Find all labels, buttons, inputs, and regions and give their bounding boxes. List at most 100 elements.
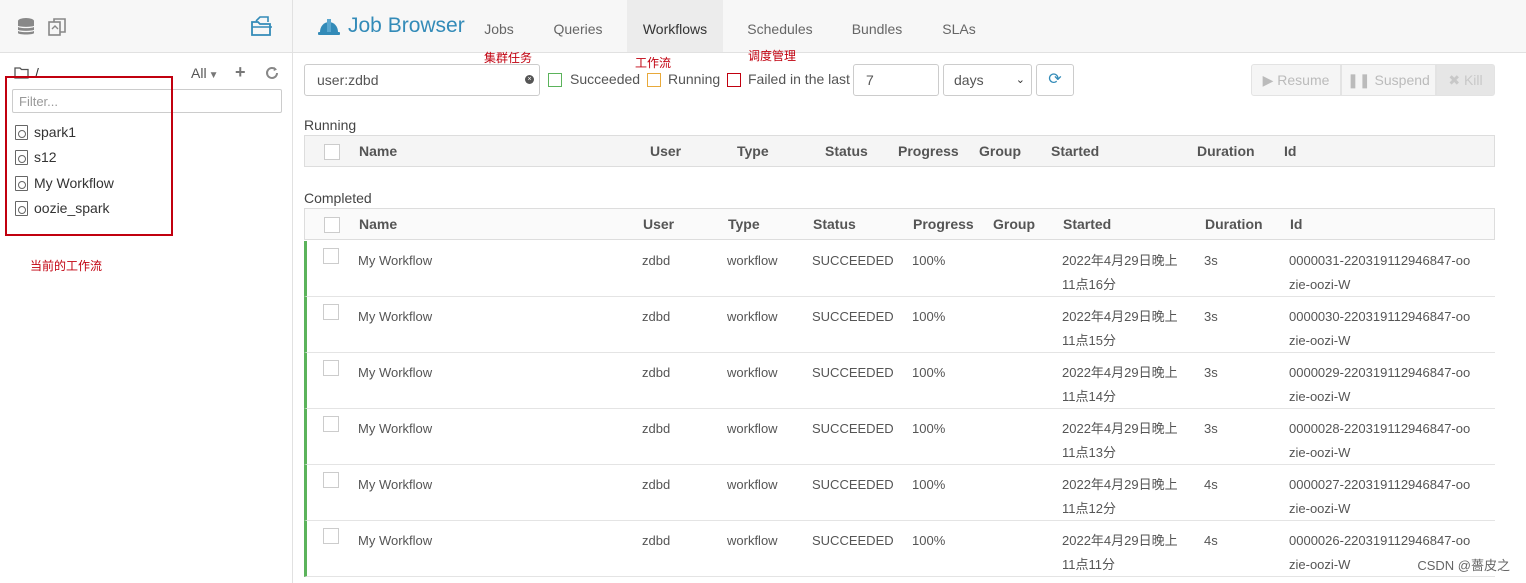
row-checkbox[interactable] <box>323 416 339 432</box>
database-icon[interactable] <box>17 17 35 37</box>
cell-progress: 100% <box>912 253 946 268</box>
column-header[interactable]: Status <box>813 209 856 239</box>
column-header[interactable]: Group <box>993 209 1035 239</box>
cell-id[interactable]: 0000029-220319112946847-oozie-oozi-W <box>1289 361 1474 409</box>
tab-slas[interactable]: SLAs <box>934 0 984 52</box>
left-sidebar: / All▼ + spark1 s12 My Workflow oozie_sp… <box>0 0 293 583</box>
cell-status: SUCCEEDED <box>812 533 894 548</box>
tab-workflows[interactable]: Workflows <box>627 0 723 52</box>
column-header[interactable]: Type <box>737 136 769 166</box>
refresh-icon[interactable] <box>265 66 279 80</box>
time-unit-value: days <box>954 72 984 88</box>
cell-user: zdbd <box>642 253 671 268</box>
tab-bundles[interactable]: Bundles <box>845 0 909 52</box>
scope-dropdown[interactable]: All ▼ <box>191 65 218 81</box>
select-all-checkbox[interactable] <box>324 217 340 233</box>
column-header[interactable]: Name <box>359 209 397 239</box>
row-checkbox[interactable] <box>323 304 339 320</box>
select-all-checkbox[interactable] <box>324 144 340 160</box>
cell-name[interactable]: My Workflow <box>358 529 432 553</box>
column-header[interactable]: Name <box>359 136 397 166</box>
cell-name[interactable]: My Workflow <box>358 249 432 273</box>
annotation-workflows: 工作流 <box>635 56 672 70</box>
cell-user: zdbd <box>642 365 671 380</box>
table-row[interactable]: My Workflow zdbd workflow SUCCEEDED 100% 2022… <box>304 241 1495 297</box>
table-row[interactable]: My Workflow zdbd workflow SUCCEEDED 100% 2022… <box>304 353 1495 409</box>
column-header[interactable]: Group <box>979 136 1021 166</box>
clear-search-icon[interactable]: × <box>525 75 534 84</box>
cell-started: 2022年4月29日晚上11点14分 <box>1062 365 1178 404</box>
row-checkbox[interactable] <box>323 528 339 544</box>
cell-duration: 3s <box>1204 309 1218 324</box>
refresh-button[interactable]: ⟳ <box>1036 64 1074 96</box>
resume-button[interactable]: ▶ Resume <box>1251 64 1341 96</box>
running-checkbox[interactable] <box>647 73 661 87</box>
suspend-button[interactable]: ❚❚ Suspend <box>1341 64 1436 96</box>
column-header[interactable]: Progress <box>913 209 974 239</box>
cell-id[interactable]: 0000028-220319112946847-oozie-oozi-W <box>1289 417 1474 465</box>
brand[interactable]: Job Browser <box>318 14 465 38</box>
cell-type: workflow <box>727 533 778 548</box>
table-row[interactable]: My Workflow zdbd workflow SUCCEEDED 100% 2022… <box>304 409 1495 465</box>
cell-id[interactable]: 0000027-220319112946847-oozie-oozi-W <box>1289 473 1474 521</box>
failed-label: Failed in the last <box>748 71 850 87</box>
cell-started: 2022年4月29日晚上11点13分 <box>1062 421 1178 460</box>
running-table-header: Name User Type Status Progress Group Sta… <box>304 135 1495 167</box>
column-header[interactable]: Duration <box>1205 209 1263 239</box>
cell-id[interactable]: 0000031-220319112946847-oozie-oozi-W <box>1289 249 1474 297</box>
cell-started: 2022年4月29日晚上11点12分 <box>1062 477 1178 516</box>
cell-duration: 3s <box>1204 365 1218 380</box>
cell-id[interactable]: 0000030-220319112946847-oozie-oozi-W <box>1289 305 1474 353</box>
copy-documents-icon[interactable] <box>47 17 67 37</box>
cell-status: SUCCEEDED <box>812 309 894 324</box>
table-row[interactable]: My Workflow zdbd workflow SUCCEEDED 100% 2022… <box>304 297 1495 353</box>
column-header[interactable]: Progress <box>898 136 959 166</box>
cell-progress: 100% <box>912 477 946 492</box>
cell-name[interactable]: My Workflow <box>358 305 432 329</box>
cell-type: workflow <box>727 253 778 268</box>
cell-status: SUCCEEDED <box>812 365 894 380</box>
table-row[interactable]: My Workflow zdbd workflow SUCCEEDED 100% 2022… <box>304 465 1495 521</box>
column-header[interactable]: Type <box>728 209 760 239</box>
cell-user: zdbd <box>642 421 671 436</box>
cell-progress: 100% <box>912 533 946 548</box>
column-header[interactable]: Duration <box>1197 136 1255 166</box>
sidebar-header <box>0 0 292 53</box>
column-header[interactable]: Id <box>1290 209 1302 239</box>
chevron-down-icon: ⌄ <box>1015 74 1025 86</box>
tab-schedules[interactable]: Schedules <box>740 0 820 52</box>
row-checkbox[interactable] <box>323 472 339 488</box>
succeeded-checkbox[interactable] <box>548 73 562 87</box>
tab-queries[interactable]: Queries <box>545 0 611 52</box>
cell-name[interactable]: My Workflow <box>358 417 432 441</box>
cell-type: workflow <box>727 365 778 380</box>
watermark: CSDN @薔皮之 <box>1417 558 1510 573</box>
row-checkbox[interactable] <box>323 360 339 376</box>
table-row[interactable]: My Workflow zdbd workflow SUCCEEDED 100% 2022… <box>304 521 1495 577</box>
cell-name[interactable]: My Workflow <box>358 361 432 385</box>
search-input[interactable] <box>304 64 540 96</box>
column-header[interactable]: Started <box>1063 209 1111 239</box>
cell-progress: 100% <box>912 365 946 380</box>
days-input[interactable] <box>853 64 939 96</box>
column-header[interactable]: User <box>650 136 681 166</box>
play-icon: ▶ <box>1262 72 1274 88</box>
failed-checkbox[interactable] <box>727 73 741 87</box>
column-header[interactable]: Started <box>1051 136 1099 166</box>
cell-started: 2022年4月29日晚上11点16分 <box>1062 253 1178 292</box>
column-header[interactable]: User <box>643 209 674 239</box>
tab-jobs[interactable]: Jobs <box>473 0 525 52</box>
column-header[interactable]: Id <box>1284 136 1296 166</box>
cell-status: SUCCEEDED <box>812 477 894 492</box>
cell-name[interactable]: My Workflow <box>358 473 432 497</box>
cell-type: workflow <box>727 477 778 492</box>
annotation-current-workflows: 当前的工作流 <box>30 259 103 273</box>
kill-button[interactable]: ✖ Kill <box>1436 64 1495 96</box>
cell-duration: 4s <box>1204 533 1218 548</box>
column-header[interactable]: Status <box>825 136 868 166</box>
add-icon[interactable]: + <box>235 62 246 83</box>
cell-duration: 3s <box>1204 253 1218 268</box>
open-folder-icon[interactable] <box>250 16 274 38</box>
row-checkbox[interactable] <box>323 248 339 264</box>
time-unit-select[interactable]: days ⌄ <box>943 64 1032 96</box>
